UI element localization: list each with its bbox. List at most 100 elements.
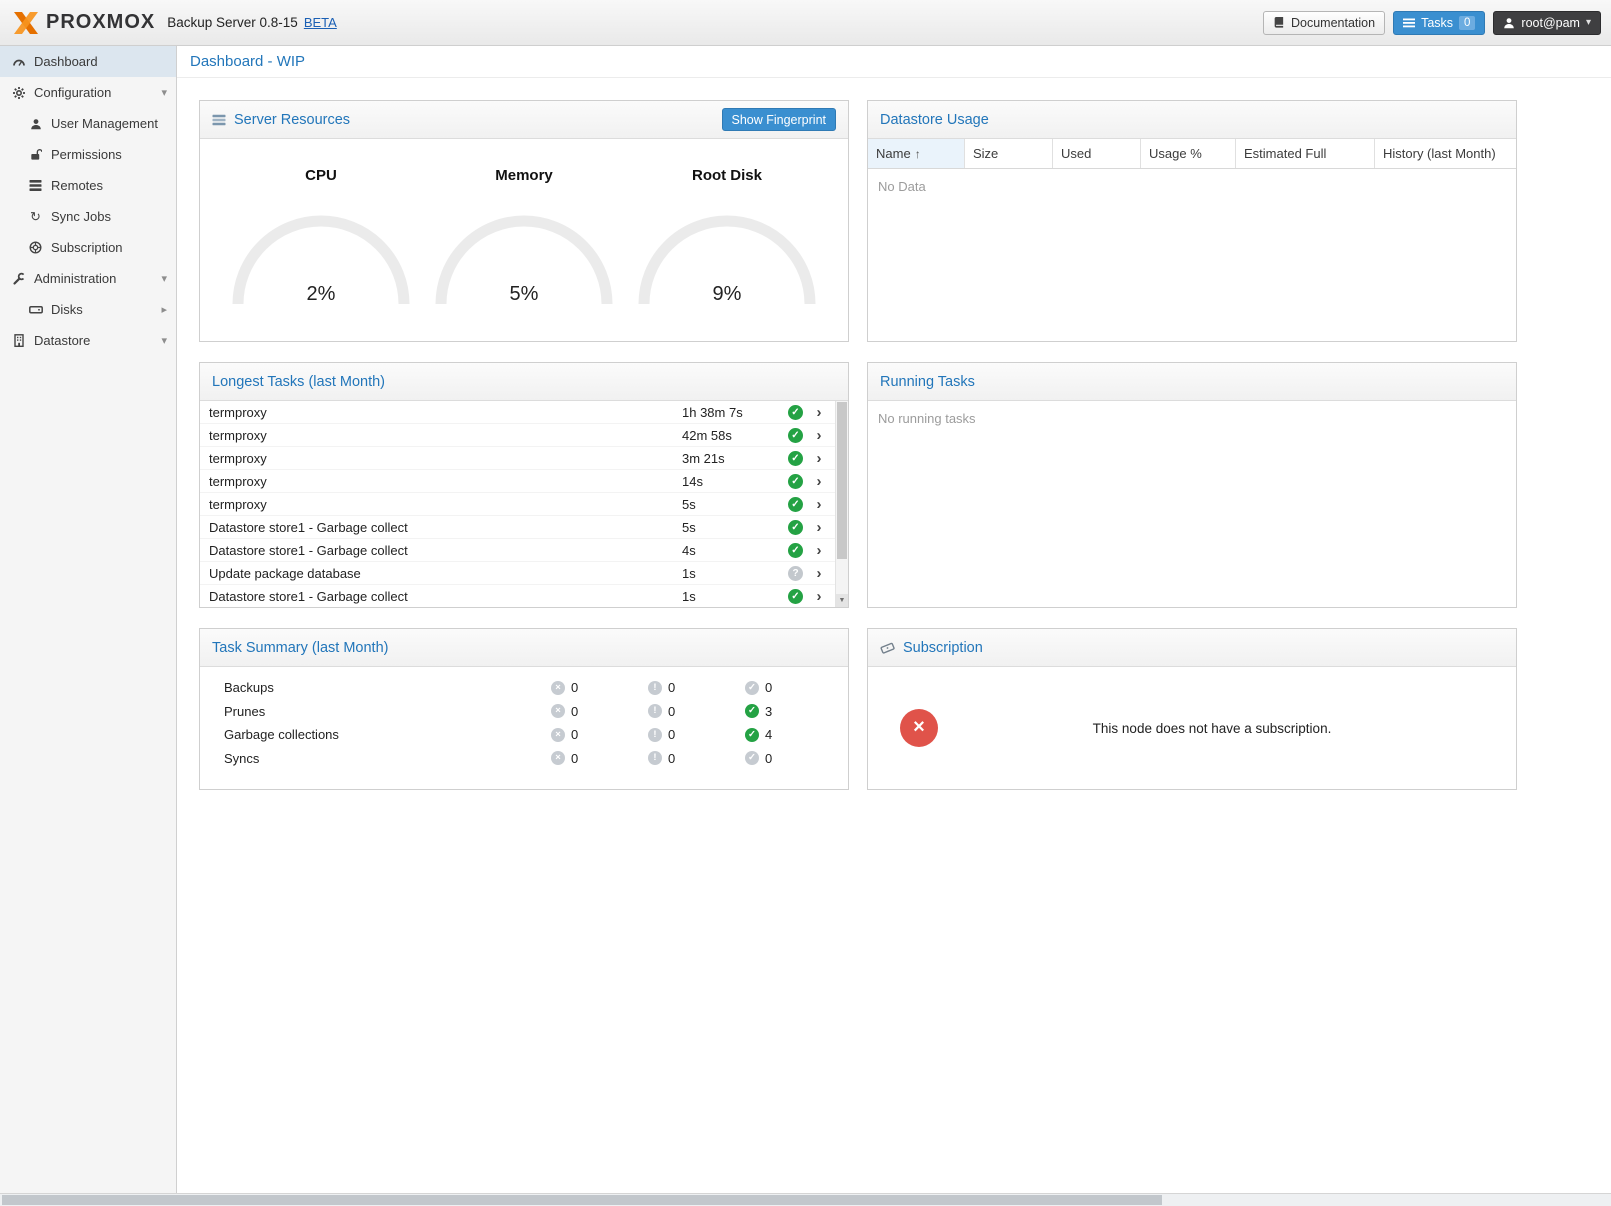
chevron-down-icon[interactable]: ▾ bbox=[161, 334, 167, 347]
chevron-right-icon[interactable]: › bbox=[803, 404, 835, 421]
gauge-value-label: 9% bbox=[632, 283, 822, 306]
summary-row: Syncs ×0 !0 ✓0 bbox=[200, 747, 848, 771]
chevron-right-icon[interactable]: › bbox=[803, 427, 835, 444]
sidebar-item-user-management[interactable]: User Management bbox=[0, 108, 176, 139]
chevron-right-icon[interactable]: › bbox=[803, 450, 835, 467]
task-status-icon: ✓ bbox=[788, 451, 803, 466]
chevron-right-icon[interactable]: › bbox=[803, 519, 835, 536]
task-row[interactable]: termproxy 1h 38m 7s ✓ › bbox=[200, 401, 835, 424]
app-version-label: Backup Server 0.8-15 bbox=[167, 15, 298, 30]
chevron-right-icon[interactable]: › bbox=[803, 565, 835, 582]
top-bar: PROXMOX Backup Server 0.8-15 BETA Docume… bbox=[0, 0, 1611, 46]
gauge-value-label: 5% bbox=[429, 283, 619, 306]
sidebar-item-dashboard[interactable]: Dashboard bbox=[0, 46, 176, 77]
column-label: Estimated Full bbox=[1244, 146, 1326, 161]
ok-count: 4 bbox=[765, 727, 772, 742]
task-row[interactable]: Update package database 1s ? › bbox=[200, 562, 835, 585]
error-count: 0 bbox=[571, 680, 578, 695]
task-name-label: Datastore store1 - Garbage collect bbox=[209, 589, 682, 604]
proxmox-logo: PROXMOX bbox=[12, 10, 155, 36]
subscription-panel: Subscription × This node does not have a… bbox=[867, 628, 1517, 790]
ok-circle-icon: ✓ bbox=[745, 704, 759, 718]
scrollbar-thumb[interactable] bbox=[837, 402, 847, 559]
task-row[interactable]: termproxy 42m 58s ✓ › bbox=[200, 424, 835, 447]
longest-tasks-panel: Longest Tasks (last Month) termproxy 1h … bbox=[199, 362, 849, 608]
task-summary-body: Backups ×0 !0 ✓0 Prunes ×0 !0 ✓3 Gar bbox=[200, 667, 848, 789]
tasks-count-badge: 0 bbox=[1459, 16, 1475, 30]
error-circle-icon: × bbox=[551, 751, 565, 765]
column-header-size[interactable]: Size bbox=[965, 139, 1053, 168]
task-duration: 1s bbox=[682, 589, 788, 604]
show-fingerprint-button[interactable]: Show Fingerprint bbox=[722, 108, 837, 131]
gauge-value-label: 2% bbox=[226, 283, 416, 306]
task-row[interactable]: termproxy 14s ✓ › bbox=[200, 470, 835, 493]
task-name-label: termproxy bbox=[209, 428, 682, 443]
sidebar-item-label: Disks bbox=[51, 302, 161, 317]
column-header-estimated-full[interactable]: Estimated Full bbox=[1236, 139, 1375, 168]
warning-circle-icon: ! bbox=[648, 728, 662, 742]
proxmox-x-logo-icon bbox=[12, 10, 40, 36]
task-row[interactable]: termproxy 5s ✓ › bbox=[200, 493, 835, 516]
server-resources-body: CPU 2% bbox=[200, 139, 848, 341]
chevron-right-icon[interactable]: › bbox=[803, 496, 835, 513]
ok-count: 3 bbox=[765, 704, 772, 719]
sidebar-item-subscription[interactable]: Subscription bbox=[0, 232, 176, 263]
sidebar-item-disks[interactable]: Disks ▸ bbox=[0, 294, 176, 325]
main-content: Dashboard - WIP Server Resources bbox=[177, 46, 1611, 1193]
chevron-down-icon: ▾ bbox=[1586, 17, 1591, 28]
task-duration: 1h 38m 7s bbox=[682, 405, 788, 420]
vertical-scrollbar[interactable]: ▼ bbox=[835, 401, 848, 607]
task-summary-header: Task Summary (last Month) bbox=[200, 629, 848, 667]
column-header-history[interactable]: History (last Month) bbox=[1375, 139, 1516, 168]
task-list-icon bbox=[1403, 18, 1415, 28]
book-icon bbox=[1273, 16, 1285, 29]
documentation-button[interactable]: Documentation bbox=[1263, 11, 1385, 35]
chevron-right-icon[interactable]: › bbox=[803, 542, 835, 559]
task-row[interactable]: termproxy 3m 21s ✓ › bbox=[200, 447, 835, 470]
sidebar-item-label: Subscription bbox=[51, 240, 167, 255]
task-name-label: Datastore store1 - Garbage collect bbox=[209, 520, 682, 535]
chevron-right-icon[interactable]: ▸ bbox=[161, 303, 167, 316]
sidebar-item-sync-jobs[interactable]: ↻ Sync Jobs bbox=[0, 201, 176, 232]
task-duration: 3m 21s bbox=[682, 451, 788, 466]
chevron-right-icon[interactable]: › bbox=[803, 473, 835, 490]
task-row[interactable]: Datastore store1 - Garbage collect 4s ✓ … bbox=[200, 539, 835, 562]
error-count: 0 bbox=[571, 727, 578, 742]
column-label: History (last Month) bbox=[1383, 146, 1496, 161]
beta-link[interactable]: BETA bbox=[304, 15, 337, 30]
chevron-down-icon[interactable]: ▾ bbox=[161, 272, 167, 285]
sidebar-item-permissions[interactable]: Permissions bbox=[0, 139, 176, 170]
life-ring-icon bbox=[27, 241, 44, 254]
task-row[interactable]: Datastore store1 - Garbage collect 5s ✓ … bbox=[200, 516, 835, 539]
chevron-down-icon[interactable]: ▾ bbox=[161, 86, 167, 99]
sidebar-item-remotes[interactable]: Remotes bbox=[0, 170, 176, 201]
task-status-icon: ✓ bbox=[788, 497, 803, 512]
tachometer-icon bbox=[10, 55, 27, 68]
chevron-right-icon[interactable]: › bbox=[803, 588, 835, 605]
summary-label: Garbage collections bbox=[224, 727, 551, 742]
root-disk-gauge: Root Disk 9% bbox=[632, 139, 822, 308]
column-header-used[interactable]: Used bbox=[1053, 139, 1141, 168]
gears-icon bbox=[10, 86, 27, 100]
scroll-down-arrow-icon[interactable]: ▼ bbox=[836, 594, 848, 607]
column-header-usage[interactable]: Usage % bbox=[1141, 139, 1236, 168]
sidebar-item-administration[interactable]: Administration ▾ bbox=[0, 263, 176, 294]
scrollbar-thumb[interactable] bbox=[2, 1195, 1162, 1205]
subscription-body: × This node does not have a subscription… bbox=[868, 667, 1516, 789]
horizontal-scrollbar[interactable] bbox=[0, 1193, 1611, 1206]
brand-wordmark: PROXMOX bbox=[46, 11, 155, 34]
tasks-button[interactable]: Tasks 0 bbox=[1393, 11, 1485, 35]
hdd-icon bbox=[27, 303, 44, 316]
task-row[interactable]: Datastore store1 - Garbage collect 1s ✓ … bbox=[200, 585, 835, 608]
user-menu-button[interactable]: root@pam ▾ bbox=[1493, 11, 1601, 35]
longest-tasks-header: Longest Tasks (last Month) bbox=[200, 363, 848, 401]
memory-gauge: Memory 5% bbox=[429, 139, 619, 308]
server-resources-header: Server Resources Show Fingerprint bbox=[200, 101, 848, 139]
task-duration: 4s bbox=[682, 543, 788, 558]
task-status-icon: ✓ bbox=[788, 428, 803, 443]
sidebar-item-label: Sync Jobs bbox=[51, 209, 167, 224]
sidebar-item-configuration[interactable]: Configuration ▾ bbox=[0, 77, 176, 108]
sidebar-item-datastore[interactable]: Datastore ▾ bbox=[0, 325, 176, 356]
column-header-name[interactable]: Name ↑ bbox=[868, 139, 965, 168]
task-duration: 5s bbox=[682, 520, 788, 535]
